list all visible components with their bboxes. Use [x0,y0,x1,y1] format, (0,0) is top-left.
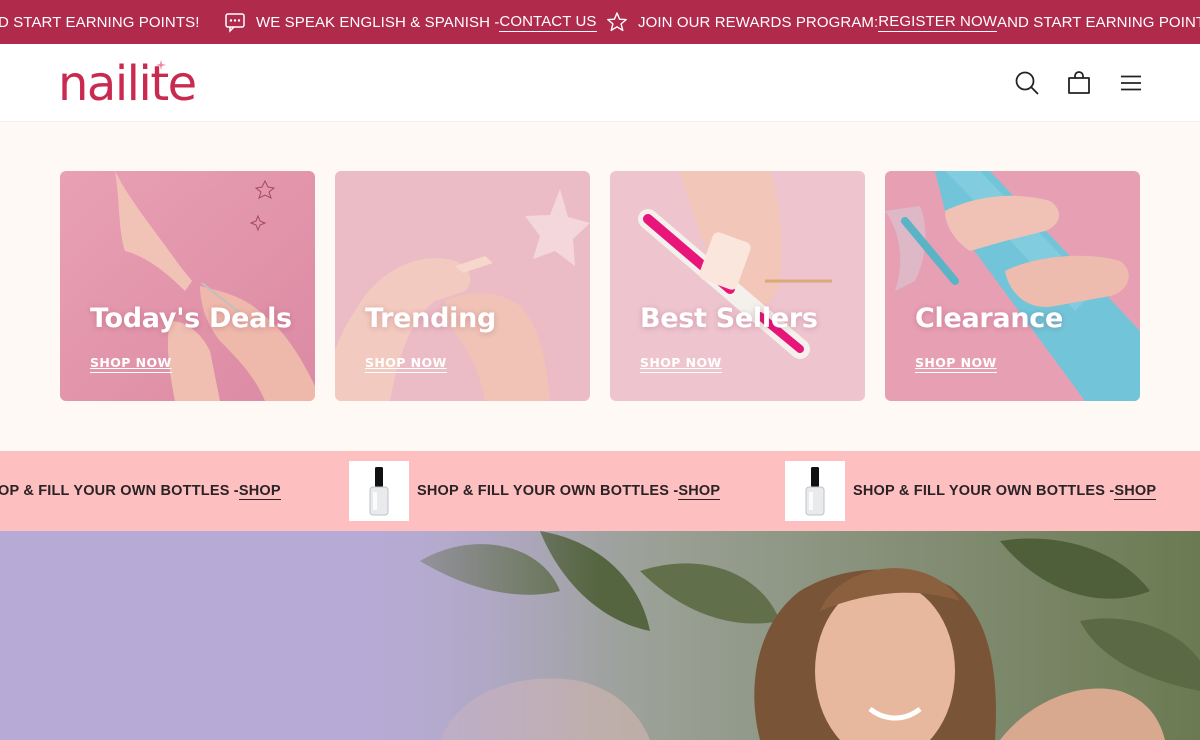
search-icon[interactable] [1014,70,1040,96]
menu-icon[interactable] [1118,70,1144,96]
announcement-text: WE SPEAK ENGLISH & SPANISH - [256,13,500,31]
announcement-text: D START EARNING POINTS! [0,13,200,31]
category-title: Best Sellers [640,303,818,334]
marquee-item: SHOP & FILL YOUR OWN BOTTLES - SHOP [785,461,1157,521]
cart-icon[interactable] [1066,70,1092,96]
announcement-text: JOIN OUR REWARDS PROGRAM: [638,13,879,31]
category-card-trending[interactable]: Trending SHOP NOW [335,171,590,401]
announcement-item: D START EARNING POINTS! [0,0,200,44]
logo-text: nailite [58,56,197,112]
promo-marquee: OP & FILL YOUR OWN BOTTLES - SHOP SHOP &… [0,451,1200,531]
marquee-shop-link[interactable]: SHOP [1114,483,1157,500]
shop-now-link[interactable]: SHOP NOW [640,355,722,373]
category-title: Trending [365,303,497,334]
nail-polish-bottle-icon [785,461,845,521]
marquee-shop-link[interactable]: SHOP [678,483,721,500]
announcement-item: JOIN OUR REWARDS PROGRAM: REGISTER NOW A… [606,0,1200,44]
category-title: Today's Deals [90,303,292,334]
contact-us-link[interactable]: CONTACT US [499,13,597,32]
marquee-shop-link[interactable]: SHOP [238,483,281,500]
hero-banner [0,531,1200,740]
announcement-bar: D START EARNING POINTS! WE SPEAK ENGLISH… [0,0,1200,44]
marquee-text: OP & FILL YOUR OWN BOTTLES - [0,483,239,499]
announcement-item: WE SPEAK ENGLISH & SPANISH - CONTACT US [224,0,597,44]
marquee-item: SHOP & FILL YOUR OWN BOTTLES - SHOP [349,461,721,521]
chat-icon [224,11,246,33]
shop-now-link[interactable]: SHOP NOW [90,355,172,373]
shop-now-link[interactable]: SHOP NOW [915,355,997,373]
nail-polish-bottle-icon [349,461,409,521]
category-card-clearance[interactable]: Clearance SHOP NOW [885,171,1140,401]
star-icon [606,11,628,33]
register-now-link[interactable]: REGISTER NOW [878,13,997,32]
shop-now-link[interactable]: SHOP NOW [365,355,447,373]
marquee-text: SHOP & FILL YOUR OWN BOTTLES - [853,483,1115,499]
site-header: nailite [0,44,1200,122]
announcement-text: AND START EARNING POINTS! [997,13,1200,31]
category-title: Clearance [915,303,1063,334]
marquee-item: OP & FILL YOUR OWN BOTTLES - SHOP [0,461,281,521]
logo-sparkle-icon [156,60,166,70]
category-grid: Today's Deals SHOP NOW Trending SHOP NOW [0,122,1200,451]
logo[interactable]: nailite [58,56,197,112]
category-card-todays-deals[interactable]: Today's Deals SHOP NOW [60,171,315,401]
hero-image [0,531,1200,740]
marquee-text: SHOP & FILL YOUR OWN BOTTLES - [417,483,679,499]
category-card-best-sellers[interactable]: Best Sellers SHOP NOW [610,171,865,401]
